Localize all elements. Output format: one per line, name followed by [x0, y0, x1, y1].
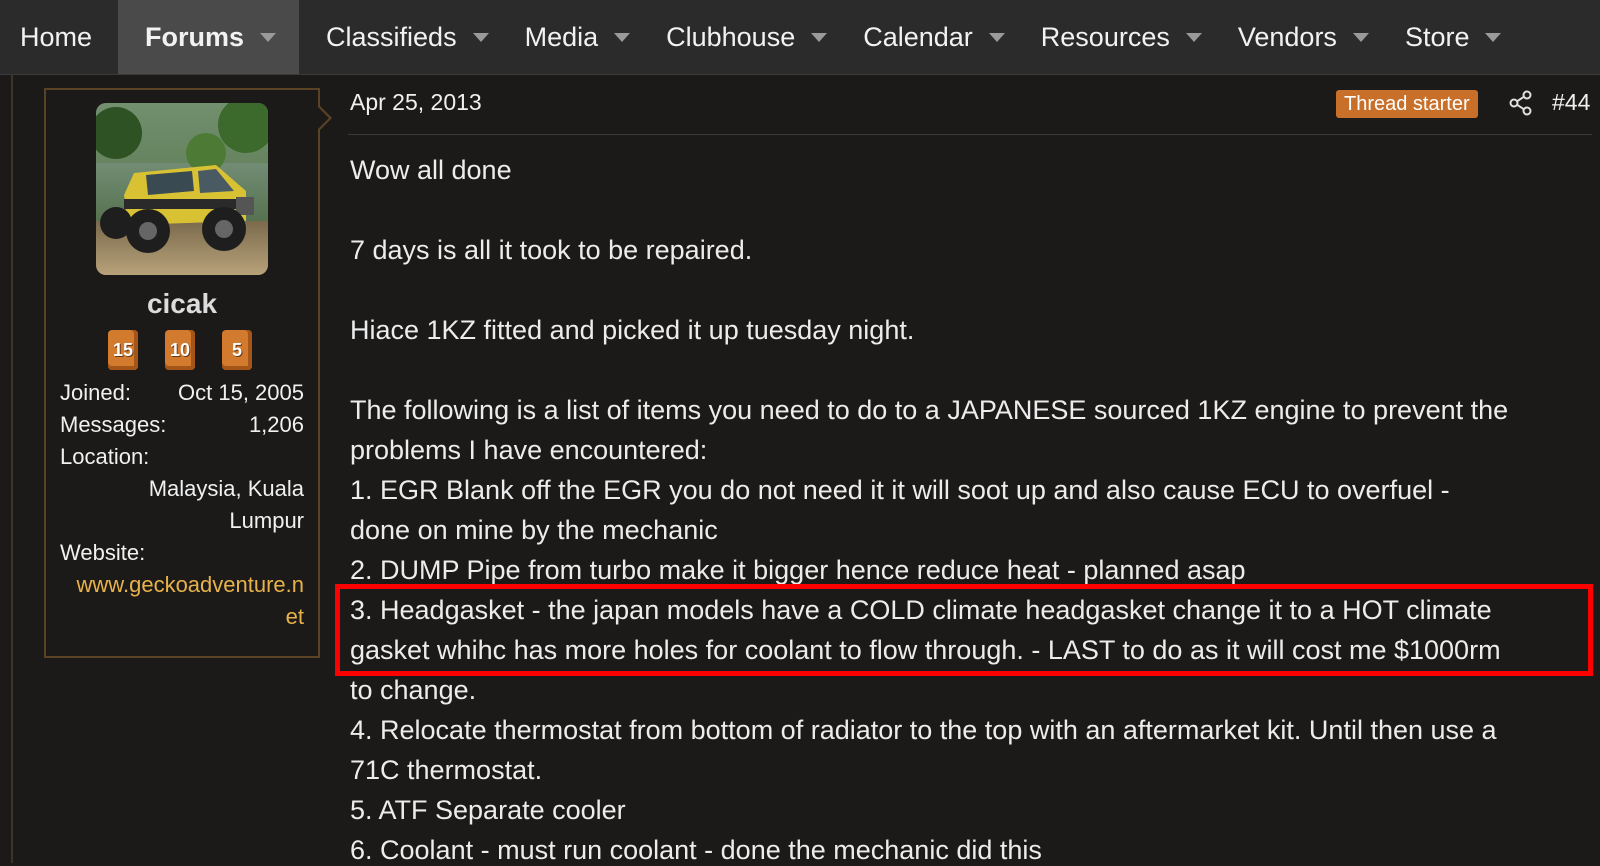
top-navigation: Home Forums Classifieds Media Clubhouse … [0, 0, 1600, 75]
nav-home[interactable]: Home [0, 0, 118, 74]
post-line: 6. Coolant - must run coolant - done the… [350, 835, 1042, 865]
nav-forums[interactable]: Forums [118, 0, 300, 74]
nav-clubhouse[interactable]: Clubhouse [630, 0, 828, 74]
joined-label: Joined: [60, 380, 131, 405]
post-line: Wow all done [350, 155, 512, 185]
post-line: Hiace 1KZ fitted and picked it up tuesda… [350, 315, 915, 345]
user-card: cicak 15 10 5 Joined: Oct 15, 2005 Messa… [44, 88, 332, 658]
nav-forums-label: Forums [145, 21, 245, 52]
chevron-down-icon[interactable] [1485, 32, 1502, 42]
trophy-badges: 15 10 5 [108, 330, 258, 374]
post-line: problems I have encountered: [350, 435, 708, 465]
joined-value: Oct 15, 2005 [178, 380, 304, 405]
username[interactable]: cicak [46, 288, 318, 320]
messages-value: 1,206 [248, 412, 304, 437]
highlight-annotation-box [335, 584, 1593, 676]
chevron-down-icon[interactable] [260, 32, 277, 42]
post-line: 2. DUMP Pipe from turbo make it bigger h… [350, 555, 1246, 585]
chevron-down-icon[interactable] [472, 32, 489, 42]
post-number-link[interactable]: #44 [1552, 89, 1590, 116]
post-line: done on mine by the mechanic [350, 515, 718, 545]
avatar-jeep-image [96, 103, 268, 275]
post-line: 71C thermostat. [350, 755, 543, 785]
left-gutter-line [11, 74, 13, 863]
nav-media[interactable]: Media [489, 0, 631, 74]
nav-vendors[interactable]: Vendors [1202, 0, 1369, 74]
post-line: 1. EGR Blank off the EGR you do not need… [350, 475, 1450, 505]
nav-calendar-label: Calendar [863, 21, 973, 52]
messages-label: Messages: [60, 412, 167, 437]
nav-vendors-label: Vendors [1237, 21, 1337, 52]
nav-resources[interactable]: Resources [1005, 0, 1202, 74]
card-pointer-inner [317, 106, 329, 130]
chevron-down-icon[interactable] [1185, 32, 1202, 42]
post-line: 5. ATF Separate cooler [350, 795, 626, 825]
website-link-line1[interactable]: www.geckoadventure.n [77, 572, 304, 598]
post-date[interactable]: Apr 25, 2013 [350, 89, 482, 116]
post-line: to change. [350, 675, 477, 705]
nav-calendar[interactable]: Calendar [827, 0, 1005, 74]
location-value-line2: Lumpur [229, 508, 304, 533]
post-line: The following is a list of items you nee… [350, 395, 1509, 425]
badge-10-icon[interactable]: 10 [165, 330, 195, 370]
website-label: Website: [60, 540, 146, 565]
location-label: Location: [60, 444, 150, 469]
nav-resources-label: Resources [1040, 21, 1170, 52]
post-line: 4. Relocate thermostat from bottom of ra… [350, 715, 1497, 745]
chevron-down-icon[interactable] [1352, 32, 1369, 42]
post-header-divider [348, 134, 1592, 135]
nav-store[interactable]: Store [1369, 0, 1502, 74]
nav-home-label: Home [20, 21, 93, 52]
nav-media-label: Media [524, 21, 599, 52]
avatar[interactable] [96, 103, 268, 275]
post-line: 7 days is all it took to be repaired. [350, 235, 753, 265]
chevron-down-icon[interactable] [988, 32, 1005, 42]
nav-clubhouse-label: Clubhouse [666, 21, 796, 52]
website-link-line2[interactable]: et [286, 604, 304, 630]
chevron-down-icon[interactable] [811, 32, 828, 42]
nav-store-label: Store [1404, 21, 1470, 52]
badge-5-icon[interactable]: 5 [222, 330, 252, 370]
nav-classifieds[interactable]: Classifieds [299, 0, 489, 74]
share-icon[interactable] [1508, 90, 1534, 116]
thread-starter-badge: Thread starter [1336, 90, 1478, 118]
location-value-line1: Malaysia, Kuala [148, 476, 304, 501]
nav-classifieds-label: Classifieds [326, 21, 457, 52]
chevron-down-icon[interactable] [614, 32, 631, 42]
badge-15-icon[interactable]: 15 [108, 330, 138, 370]
